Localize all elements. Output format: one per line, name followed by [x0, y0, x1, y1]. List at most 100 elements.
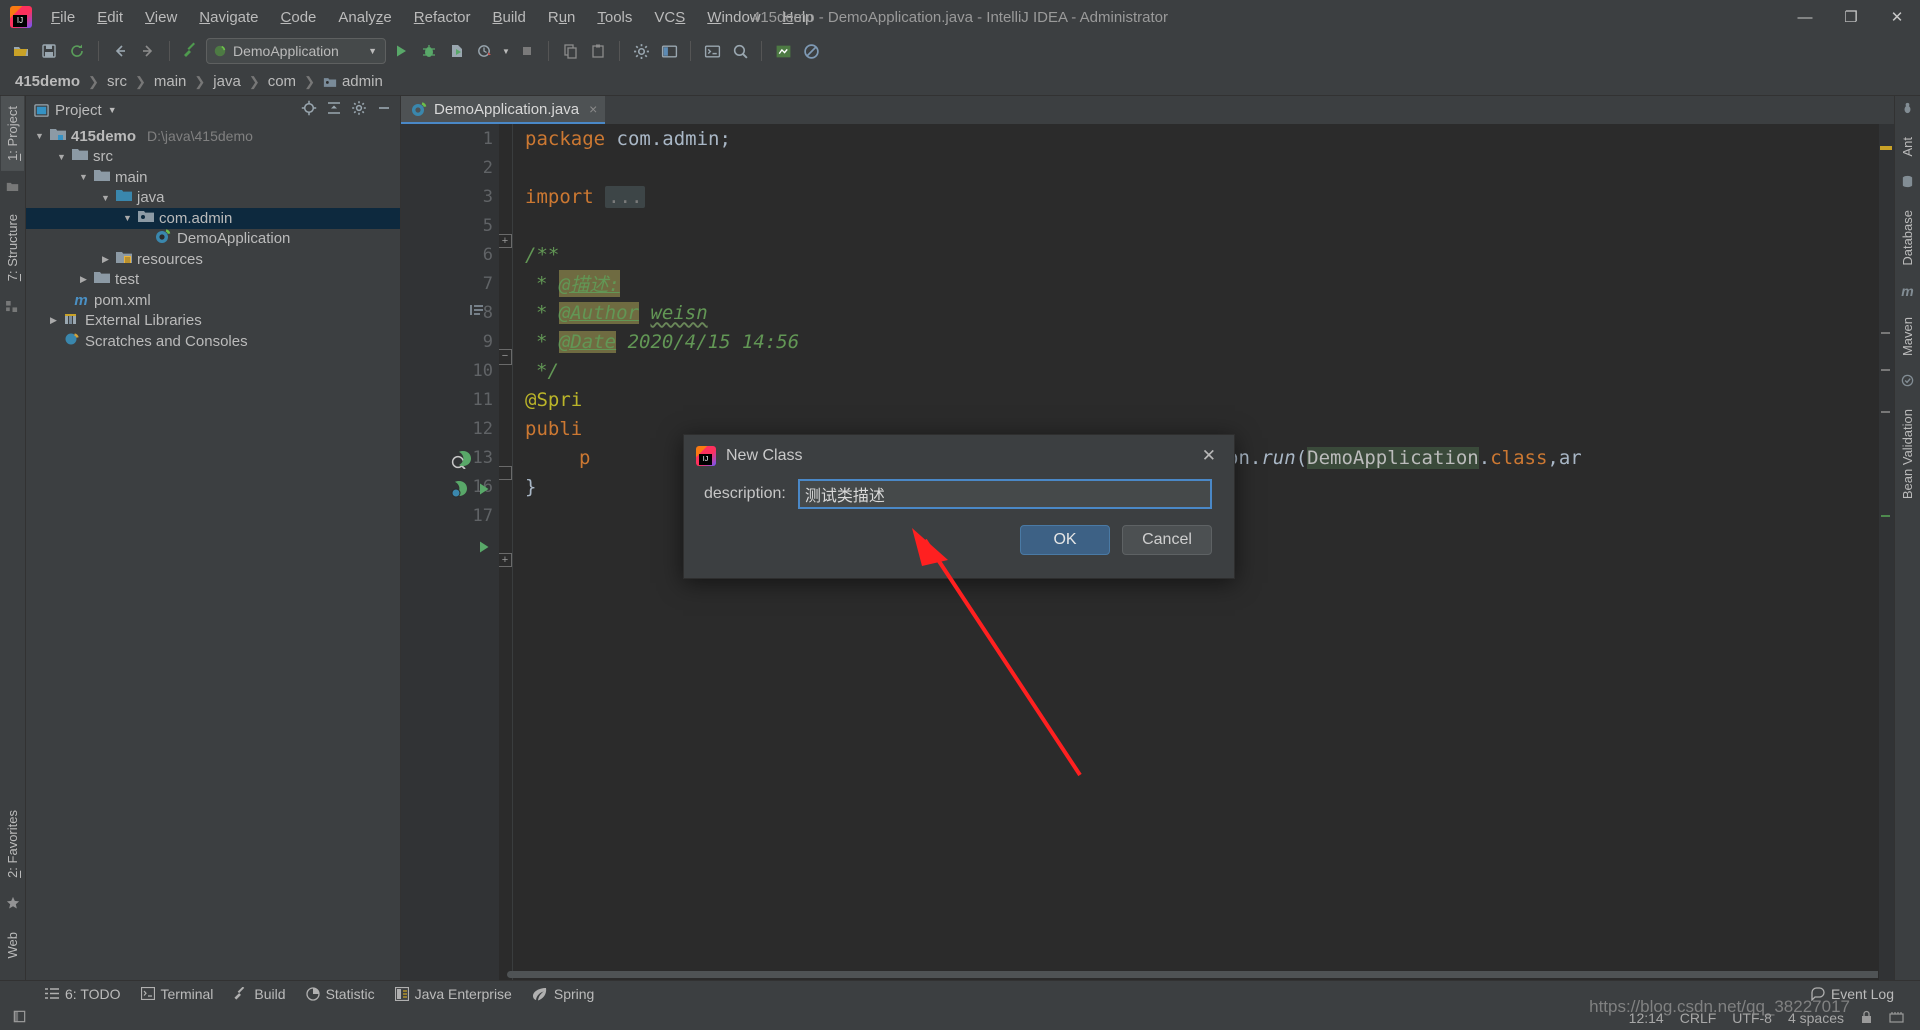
- run-coverage-icon[interactable]: [444, 38, 470, 64]
- tree-node-external-libraries[interactable]: ▶ External Libraries: [26, 311, 400, 332]
- sidebar-item-bean-validation[interactable]: Bean Validation: [1896, 399, 1919, 509]
- sidebar-item-favorites[interactable]: 2: Favorites: [1, 800, 24, 888]
- menu-refactor[interactable]: Refactor: [403, 4, 482, 31]
- status-memory-icon[interactable]: [1881, 1008, 1912, 1029]
- collapse-arrow-icon[interactable]: ▶: [100, 254, 111, 265]
- search-everywhere-icon[interactable]: [727, 38, 753, 64]
- bottom-tab-terminal[interactable]: Terminal: [132, 983, 223, 1005]
- tree-node-scratches[interactable]: Scratches and Consoles: [26, 331, 400, 352]
- breadcrumb-item-2[interactable]: main: [149, 71, 192, 92]
- tree-node-com-admin[interactable]: ▼ com.admin: [26, 208, 400, 229]
- bottom-tab-build[interactable]: Build: [224, 983, 294, 1005]
- copy-icon[interactable]: [557, 38, 583, 64]
- tree-node-java[interactable]: ▼ java: [26, 188, 400, 209]
- menu-navigate[interactable]: Navigate: [188, 4, 269, 31]
- locate-file-icon[interactable]: [301, 100, 317, 120]
- fold-end-icon[interactable]: [499, 466, 512, 480]
- bottom-tab-java-enterprise[interactable]: Java Enterprise: [386, 983, 521, 1005]
- javadoc-marker-icon[interactable]: [469, 302, 485, 322]
- menu-vcs[interactable]: VCS: [643, 4, 696, 31]
- breadcrumb-item-1[interactable]: src: [102, 71, 132, 92]
- collapse-arrow-icon[interactable]: ▶: [48, 315, 59, 326]
- settings-icon[interactable]: [628, 38, 654, 64]
- menu-bar[interactable]: File Edit View Navigate Code Analyze Ref…: [40, 0, 825, 34]
- tree-node-test[interactable]: ▶ test: [26, 270, 400, 291]
- build-hammer-icon[interactable]: [178, 38, 204, 64]
- expand-arrow-icon[interactable]: ▼: [122, 213, 133, 223]
- fold-expand-icon-2[interactable]: +: [499, 553, 512, 567]
- breadcrumb-item-3[interactable]: java: [208, 71, 246, 92]
- tree-node-demoapplication[interactable]: DemoApplication: [26, 229, 400, 250]
- folder-icon[interactable]: [6, 179, 19, 196]
- sync-icon[interactable]: [64, 38, 90, 64]
- tree-node-pom-xml[interactable]: m pom.xml: [26, 290, 400, 311]
- editor-tab-demoapplication[interactable]: DemoApplication.java ×: [401, 96, 606, 124]
- bottom-tab-spring[interactable]: Spring: [523, 983, 603, 1005]
- no-entry-icon[interactable]: [798, 38, 824, 64]
- back-arrow-icon[interactable]: [107, 38, 133, 64]
- chevron-down-icon[interactable]: ▼: [368, 46, 377, 56]
- tree-node-src[interactable]: ▼ src: [26, 147, 400, 168]
- breadcrumb-item-4[interactable]: com: [263, 71, 301, 92]
- menu-analyze[interactable]: Analyze: [327, 4, 402, 31]
- sidebar-item-web[interactable]: Web: [1, 922, 24, 969]
- gear-icon[interactable]: [351, 100, 367, 120]
- expand-arrow-icon[interactable]: ▼: [56, 152, 67, 162]
- token-folded-imports[interactable]: ...: [605, 185, 646, 208]
- tree-node-resources[interactable]: ▶ resources: [26, 249, 400, 270]
- paste-icon[interactable]: [585, 38, 611, 64]
- chevron-down-icon[interactable]: ▼: [108, 105, 117, 115]
- menu-help[interactable]: Help: [772, 4, 825, 31]
- minimize-button[interactable]: —: [1782, 0, 1828, 34]
- close-icon[interactable]: ✕: [1196, 444, 1222, 468]
- ant-icon[interactable]: [1901, 102, 1914, 119]
- description-input[interactable]: [797, 479, 1212, 509]
- menu-code[interactable]: Code: [270, 4, 328, 31]
- menu-run[interactable]: Run: [537, 4, 587, 31]
- editor-marker-bar[interactable]: [1878, 124, 1894, 980]
- horizontal-scrollbar[interactable]: [499, 969, 1878, 980]
- tree-node-main[interactable]: ▼ main: [26, 167, 400, 188]
- spring-bean-gutter-icon[interactable]: [451, 479, 473, 503]
- sidebar-item-database[interactable]: Database: [1896, 200, 1919, 276]
- sidebar-item-ant[interactable]: Ant: [1896, 127, 1919, 167]
- scrollbar-thumb[interactable]: [507, 971, 1878, 978]
- profiler-dropdown-icon[interactable]: ▼: [500, 38, 512, 64]
- updates-icon[interactable]: [770, 38, 796, 64]
- toggle-toolwindows-icon[interactable]: [8, 1009, 27, 1027]
- breadcrumb-item-5[interactable]: admin: [318, 71, 388, 92]
- menu-tools[interactable]: Tools: [586, 4, 643, 31]
- maximize-button[interactable]: ❐: [1828, 0, 1874, 34]
- menu-build[interactable]: Build: [481, 4, 536, 31]
- save-all-icon[interactable]: [36, 38, 62, 64]
- maven-icon[interactable]: m: [1901, 283, 1913, 299]
- bottom-tab-statistic[interactable]: Statistic: [297, 983, 384, 1005]
- menu-window[interactable]: Window: [696, 4, 771, 31]
- sidebar-item-maven[interactable]: Maven: [1896, 307, 1919, 366]
- bean-validation-icon[interactable]: [1901, 374, 1914, 391]
- run-method-icon[interactable]: [477, 482, 491, 500]
- structure-icon[interactable]: [6, 299, 19, 316]
- terminal-icon[interactable]: [699, 38, 725, 64]
- menu-edit[interactable]: Edit: [86, 4, 134, 31]
- menu-file[interactable]: File: [40, 4, 86, 31]
- run-main-icon[interactable]: [477, 540, 491, 558]
- fold-expand-icon[interactable]: +: [499, 234, 512, 248]
- database-icon[interactable]: [1901, 175, 1914, 192]
- hide-panel-icon[interactable]: [376, 100, 392, 120]
- ok-button[interactable]: OK: [1020, 525, 1110, 555]
- menu-view[interactable]: View: [134, 4, 188, 31]
- close-icon[interactable]: ×: [589, 101, 597, 117]
- expand-arrow-icon[interactable]: ▼: [34, 131, 45, 141]
- collapse-all-icon[interactable]: [326, 100, 342, 120]
- breadcrumb-item-0[interactable]: 415demo: [10, 71, 85, 92]
- close-button[interactable]: ✕: [1874, 0, 1920, 34]
- cancel-button[interactable]: Cancel: [1122, 525, 1212, 555]
- event-log-button[interactable]: Event Log: [1811, 986, 1894, 1002]
- debug-icon[interactable]: [416, 38, 442, 64]
- stop-icon[interactable]: [514, 38, 540, 64]
- run-icon[interactable]: [388, 38, 414, 64]
- sidebar-item-project[interactable]: 1: Project: [1, 96, 24, 171]
- profiler-icon[interactable]: [472, 38, 498, 64]
- editor-gutter[interactable]: 1 2 3 5 6 7 8 9 10 11 12 13 16 17: [401, 124, 499, 980]
